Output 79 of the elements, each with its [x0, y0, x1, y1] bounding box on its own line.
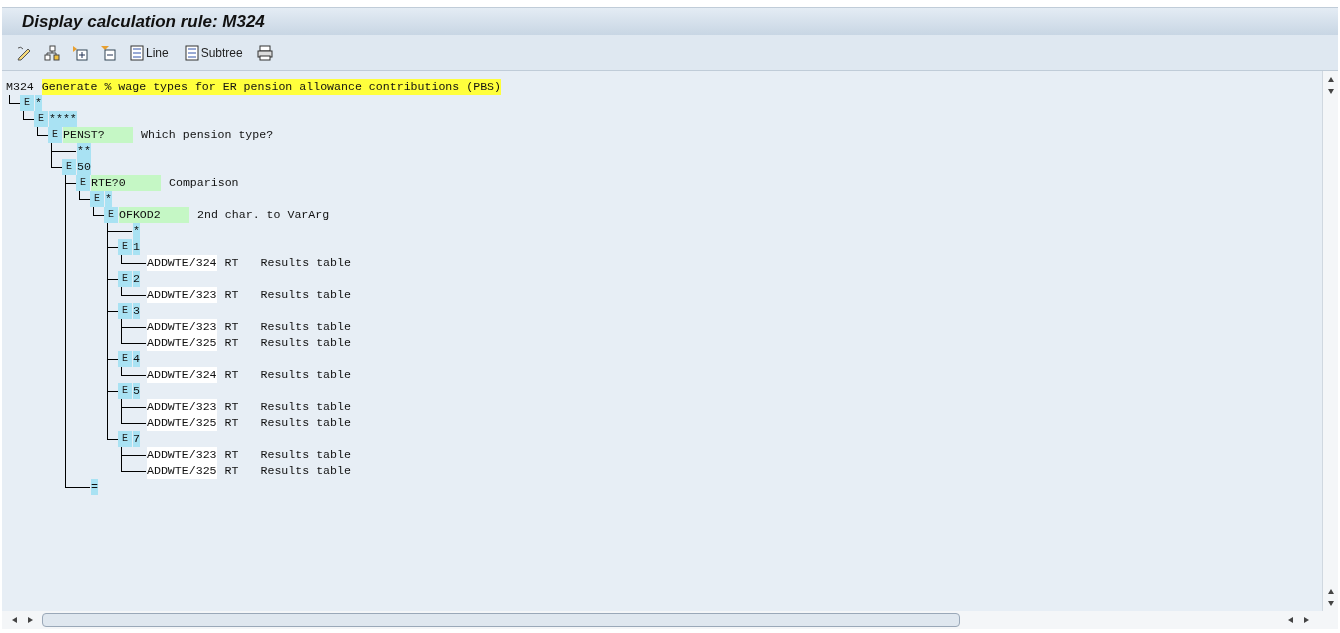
scroll-down-icon[interactable]: [1326, 599, 1335, 607]
node-code: 50: [77, 159, 91, 175]
node-code: M324: [6, 79, 34, 95]
node-type-label: E: [118, 303, 132, 319]
node-description: Results table: [260, 399, 351, 415]
node-code: ****: [49, 111, 77, 127]
node-parameter: RT: [224, 319, 239, 335]
node-code: 5: [133, 383, 140, 399]
scroll-right-icon[interactable]: [1302, 616, 1310, 624]
node-type-label: E: [48, 127, 62, 143]
node-parameter: RT: [224, 399, 239, 415]
node-type-label: E: [62, 159, 76, 175]
toolbar-button[interactable]: Line: [126, 43, 173, 62]
node-type-label: E: [118, 351, 132, 367]
node-code: ADDWTE/323: [147, 287, 217, 303]
node-code: ADDWTE/325: [147, 463, 217, 479]
node-code: 1: [133, 239, 140, 255]
node-type-label: E: [34, 111, 48, 127]
node-description: Results table: [260, 463, 351, 479]
node-description: Results table: [260, 447, 351, 463]
node-description: Generate % wage types for ER pension allowance contributions (PBS): [41, 79, 502, 95]
node-code: =: [91, 479, 98, 495]
node-code: ADDWTE/324: [147, 367, 217, 383]
node-parameter: RT: [224, 335, 239, 351]
node-description: Results table: [260, 415, 351, 431]
node-description: Results table: [260, 287, 351, 303]
node-parameter: RT: [224, 287, 239, 303]
scroll-left-icon[interactable]: [10, 616, 18, 624]
node-code: ADDWTE/325: [147, 415, 217, 431]
node-code: OFKOD2: [119, 207, 189, 223]
node-description: Results table: [260, 335, 351, 351]
node-code: **: [77, 143, 91, 159]
scroll-down-icon[interactable]: [1326, 87, 1335, 95]
window-title: Display calculation rule: M324: [22, 10, 265, 33]
node-code: 7: [133, 431, 140, 447]
node-code: ADDWTE/323: [147, 319, 217, 335]
node-type-label: E: [118, 431, 132, 447]
node-type-label: E: [118, 271, 132, 287]
node-type-label: E: [104, 207, 118, 223]
printer-icon[interactable]: [256, 44, 273, 61]
node-code: 4: [133, 351, 140, 367]
node-type-label: E: [20, 95, 34, 111]
pencil-icon[interactable]: [16, 44, 32, 61]
node-type-label: E: [118, 383, 132, 399]
node-description: 2nd char. to VarArg: [197, 207, 330, 223]
node-code: 3: [133, 303, 140, 319]
node-parameter: RT: [224, 367, 239, 383]
node-code: ADDWTE/324: [147, 255, 217, 271]
node-description: Results table: [260, 255, 351, 271]
scroll-left-icon[interactable]: [1286, 616, 1294, 624]
toolbar-button[interactable]: Subtree: [180, 43, 247, 62]
node-code: *: [133, 223, 140, 239]
node-type-label: E: [76, 175, 90, 191]
node-description: Results table: [260, 367, 351, 383]
node-code: ADDWTE/323: [147, 447, 217, 463]
node-parameter: RT: [224, 255, 239, 271]
node-code: ADDWTE/325: [147, 335, 217, 351]
node-code: PENST?: [63, 127, 133, 143]
node-type-label: E: [90, 191, 104, 207]
vertical-scrollbar[interactable]: [1322, 71, 1338, 611]
node-parameter: RT: [224, 463, 239, 479]
node-code: *: [35, 95, 42, 111]
node-code: RTE?0: [91, 175, 161, 191]
node-description: Results table: [260, 319, 351, 335]
node-description: Which pension type?: [141, 127, 274, 143]
node-code: ADDWTE/323: [147, 399, 217, 415]
scroll-right-icon[interactable]: [26, 616, 34, 624]
node-parameter: RT: [224, 447, 239, 463]
scrollbar-thumb[interactable]: [42, 613, 960, 627]
collapse-icon[interactable]: [100, 44, 116, 61]
node-parameter: RT: [224, 415, 239, 431]
node-code: 2: [133, 271, 140, 287]
node-description: Comparison: [169, 175, 239, 191]
scroll-up-icon[interactable]: [1326, 587, 1335, 595]
scroll-up-icon[interactable]: [1326, 75, 1335, 83]
node-code: *: [105, 191, 112, 207]
hierarchy-icon[interactable]: [44, 44, 60, 61]
expand-icon[interactable]: [72, 44, 88, 61]
node-type-label: E: [118, 239, 132, 255]
